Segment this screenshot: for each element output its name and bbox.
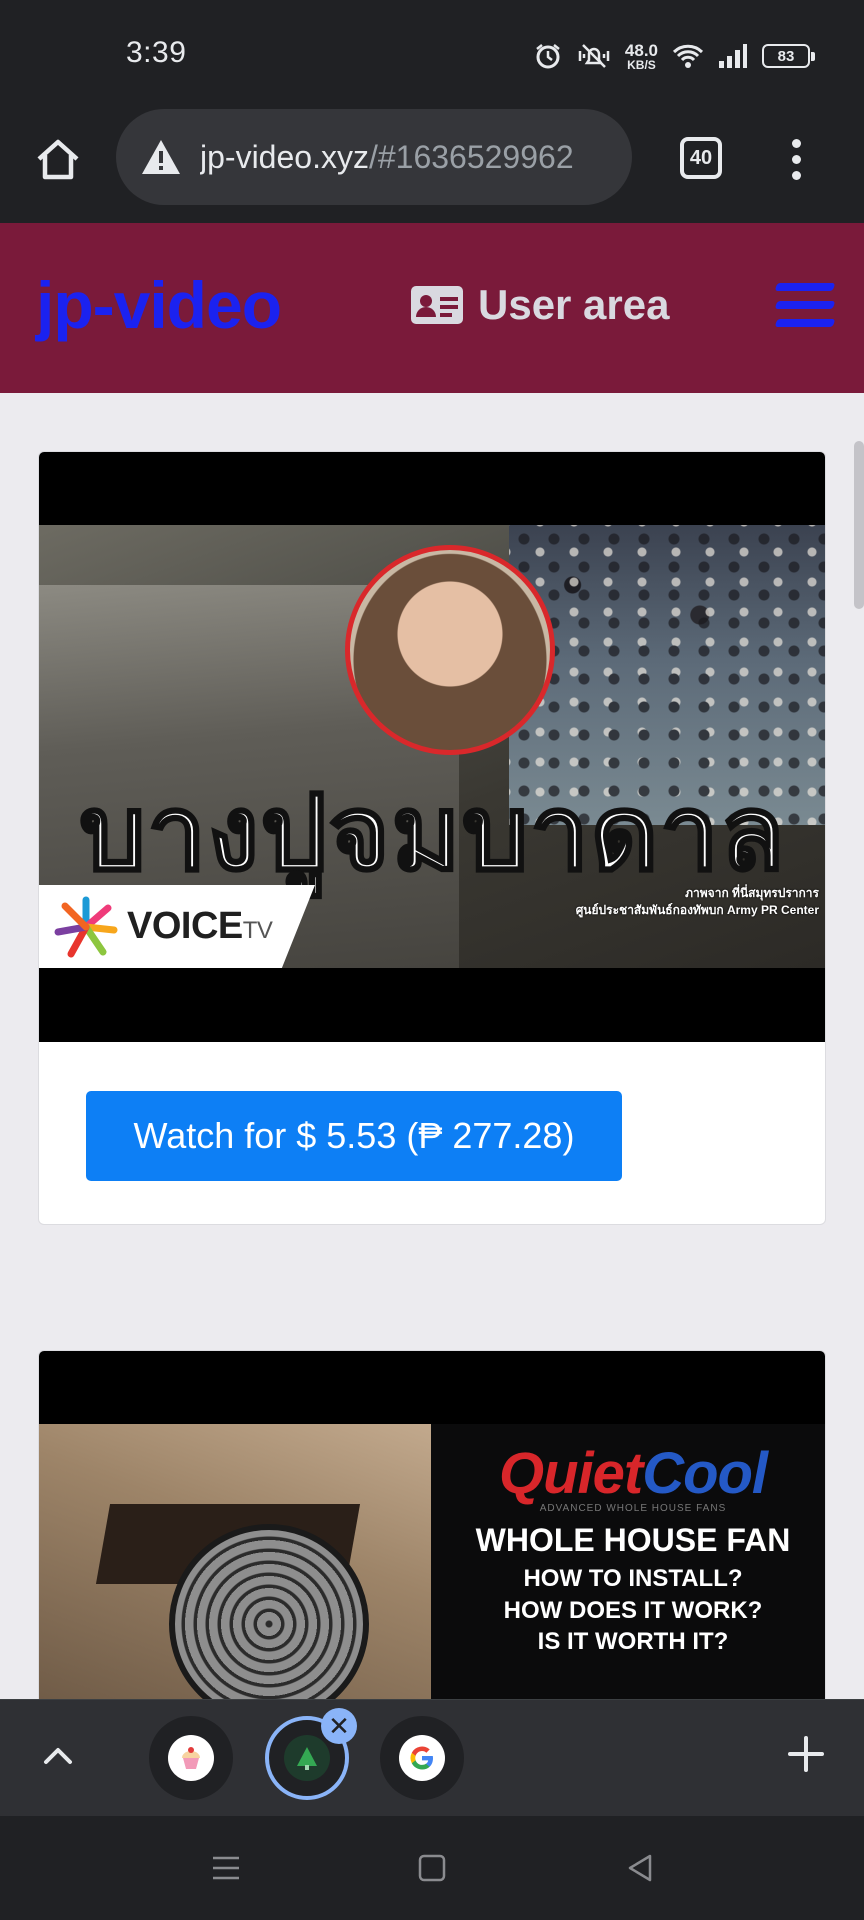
video-thumbnail[interactable]: QuietCool ADVANCED WHOLE HOUSE FANS WHOL… [39, 1351, 825, 1699]
user-area-link[interactable]: User area [410, 281, 669, 329]
scrollbar[interactable] [854, 441, 864, 609]
tree-favicon-icon [297, 1747, 317, 1770]
site-header: jp-video User area [0, 223, 864, 393]
hamburger-menu-icon[interactable] [774, 283, 836, 327]
tab-google[interactable] [380, 1716, 464, 1800]
menu-lines-icon [213, 1856, 239, 1880]
status-icons: 48.0 KB/S 83 [533, 36, 815, 76]
mute-vibrate-icon [577, 41, 611, 71]
more-vert-icon[interactable] [776, 131, 816, 187]
page-content[interactable]: บางปูจมบาดาล VOICETV ภาพจาก ที่นี่สมุทรป… [0, 393, 864, 1699]
recents-button[interactable] [206, 1848, 246, 1888]
address-bar[interactable]: jp-video.xyz/#1636529962 [116, 109, 632, 205]
expand-tabs-button[interactable] [36, 1734, 80, 1778]
status-bar: 3:39 48.0 KB/S 83 [0, 0, 864, 105]
plus-icon [788, 1736, 824, 1772]
url-path: /#1636529962 [368, 138, 574, 175]
close-tab-button[interactable]: ✕ [321, 1708, 357, 1744]
quietcool-logo: QuietCool [498, 1441, 768, 1506]
video-card: QuietCool ADVANCED WHOLE HOUSE FANS WHOL… [38, 1350, 826, 1699]
square-icon [418, 1854, 446, 1882]
thumbnail-image: บางปูจมบาดาล VOICETV ภาพจาก ที่นี่สมุทรป… [39, 525, 825, 968]
portrait-photo [345, 545, 555, 755]
net-speed-unit: KB/S [627, 57, 656, 72]
net-speed: 48.0 KB/S [625, 42, 658, 71]
tab-active[interactable]: ✕ [265, 1708, 357, 1800]
quietcool-branding: QuietCool ADVANCED WHOLE HOUSE FANS WHOL… [439, 1440, 825, 1658]
browser-toolbar: jp-video.xyz/#1636529962 40 [0, 105, 864, 223]
system-nav-bar [0, 1816, 864, 1920]
user-area-label: User area [478, 281, 670, 328]
signal-icon [718, 43, 748, 69]
video-thumbnail[interactable]: บางปูจมบาดาล VOICETV ภาพจาก ที่นี่สมุทรป… [39, 452, 825, 1042]
url-text: jp-video.xyz/#1636529962 [200, 139, 574, 176]
battery-icon: 83 [762, 44, 815, 68]
warning-icon[interactable] [140, 138, 182, 176]
watch-button[interactable]: Watch for $ 5.53 (₱ 277.28) [86, 1091, 622, 1181]
voicetv-wordmark: VOICETV [127, 905, 273, 947]
tab-cupcake[interactable] [149, 1716, 233, 1800]
voicetv-logo-icon [54, 896, 118, 957]
photo-credit: ภาพจาก ที่นี่สมุทรปราการ ศูนย์ประชาสัมพั… [576, 885, 819, 919]
google-favicon-icon [410, 1746, 433, 1770]
chevron-up-icon [44, 1748, 72, 1764]
url-host: jp-video.xyz [200, 138, 369, 175]
net-speed-value: 48.0 [624, 40, 658, 60]
home-nav-button[interactable] [412, 1848, 452, 1888]
attic-photo [39, 1424, 431, 1699]
tab-group-strip: ✕ [0, 1699, 864, 1816]
photo-credit-line-1: ภาพจาก ที่นี่สมุทรปราการ [685, 886, 819, 900]
home-button[interactable] [30, 131, 86, 187]
thumbnail-image: QuietCool ADVANCED WHOLE HOUSE FANS WHOL… [39, 1424, 825, 1699]
thumbnail-title: WHOLE HOUSE FAN [475, 1522, 791, 1558]
alarm-icon [533, 41, 563, 71]
back-nav-button[interactable] [620, 1848, 660, 1888]
id-card-icon [411, 286, 463, 324]
home-icon [37, 139, 79, 180]
photo-credit-line-2: ศูนย์ประชาสัมพันธ์กองทัพบก Army PR Cente… [575, 902, 819, 917]
new-tab-button[interactable] [782, 1730, 830, 1778]
site-logo[interactable]: jp-video [36, 267, 282, 343]
tab-switcher-button[interactable]: 40 [680, 137, 722, 179]
cupcake-favicon-icon [182, 1747, 200, 1769]
back-triangle-icon [628, 1854, 652, 1882]
status-time: 3:39 [126, 36, 187, 69]
wifi-icon [672, 43, 704, 69]
quietcool-tagline: ADVANCED WHOLE HOUSE FANS [539, 1503, 727, 1514]
video-card: บางปูจมบาดาล VOICETV ภาพจาก ที่นี่สมุทรป… [38, 451, 826, 1225]
thumbnail-questions: HOW TO INSTALL? HOW DOES IT WORK? IS IT … [503, 1565, 763, 1656]
voicetv-badge: VOICETV [39, 885, 315, 968]
